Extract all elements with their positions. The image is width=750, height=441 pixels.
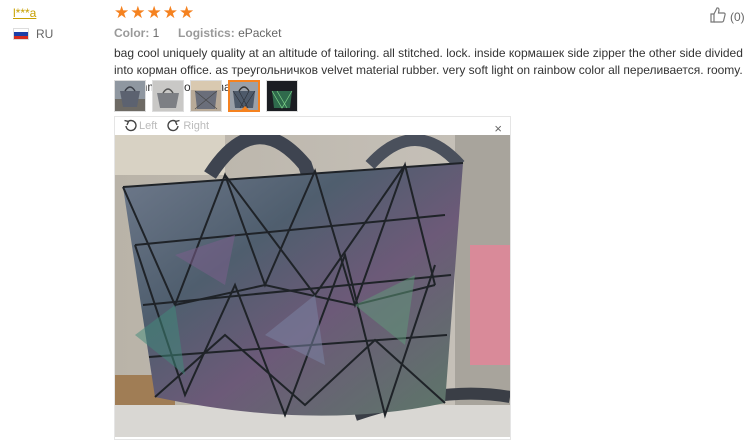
rotate-left-button[interactable]: Left — [123, 119, 157, 133]
photo-thumbnail-active[interactable] — [228, 80, 260, 112]
photo-thumbnail[interactable] — [152, 80, 184, 112]
review-photo-large — [115, 135, 510, 437]
logistics-value: ePacket — [238, 26, 282, 40]
russia-flag-icon — [14, 29, 28, 39]
rotate-right-icon — [167, 119, 181, 132]
logistics-label: Logistics: — [178, 26, 235, 40]
rotate-left-icon — [124, 119, 137, 132]
reviewer-name[interactable]: l***a — [13, 6, 36, 20]
rotate-left-label: Left — [139, 120, 158, 132]
rotate-controls: Left Right — [123, 119, 209, 133]
photo-bag-grey-icon — [153, 81, 183, 111]
thumbs-up-icon — [709, 6, 727, 27]
star-icon: ★ — [146, 3, 162, 22]
photo-bag-dark-icon — [267, 81, 297, 111]
photo-thumbnail[interactable] — [114, 80, 146, 112]
review-photo-thumbnails — [114, 80, 298, 112]
color-label: Color: — [114, 26, 150, 40]
photo-thumbnail[interactable] — [266, 80, 298, 112]
star-icon: ★ — [130, 3, 146, 22]
holographic-bag-photo — [115, 135, 510, 437]
active-thumbnail-caret — [240, 106, 250, 110]
star-icon: ★ — [114, 3, 130, 22]
country-code: RU — [36, 27, 54, 41]
photo-bag-outdoor-icon — [115, 81, 145, 111]
star-icon: ★ — [179, 3, 195, 22]
photo-thumbnail[interactable] — [190, 80, 222, 112]
rotate-right-label: Right — [183, 120, 210, 132]
photo-bag-shelf-icon — [191, 81, 221, 111]
star-icon: ★ — [162, 3, 178, 22]
close-viewer-button[interactable]: × — [494, 121, 502, 136]
reviewer-country: RU — [14, 27, 53, 41]
helpful-count: (0) — [730, 9, 745, 24]
rotate-right-button[interactable]: Right — [167, 119, 209, 133]
rating-stars: ★ ★ ★ ★ ★ — [114, 4, 194, 22]
helpful-button[interactable]: (0) — [709, 6, 745, 27]
order-meta: Color: 1 Logistics: ePacket — [114, 26, 281, 40]
color-value: 1 — [152, 26, 160, 40]
photo-viewer: Left Right × — [114, 116, 511, 440]
